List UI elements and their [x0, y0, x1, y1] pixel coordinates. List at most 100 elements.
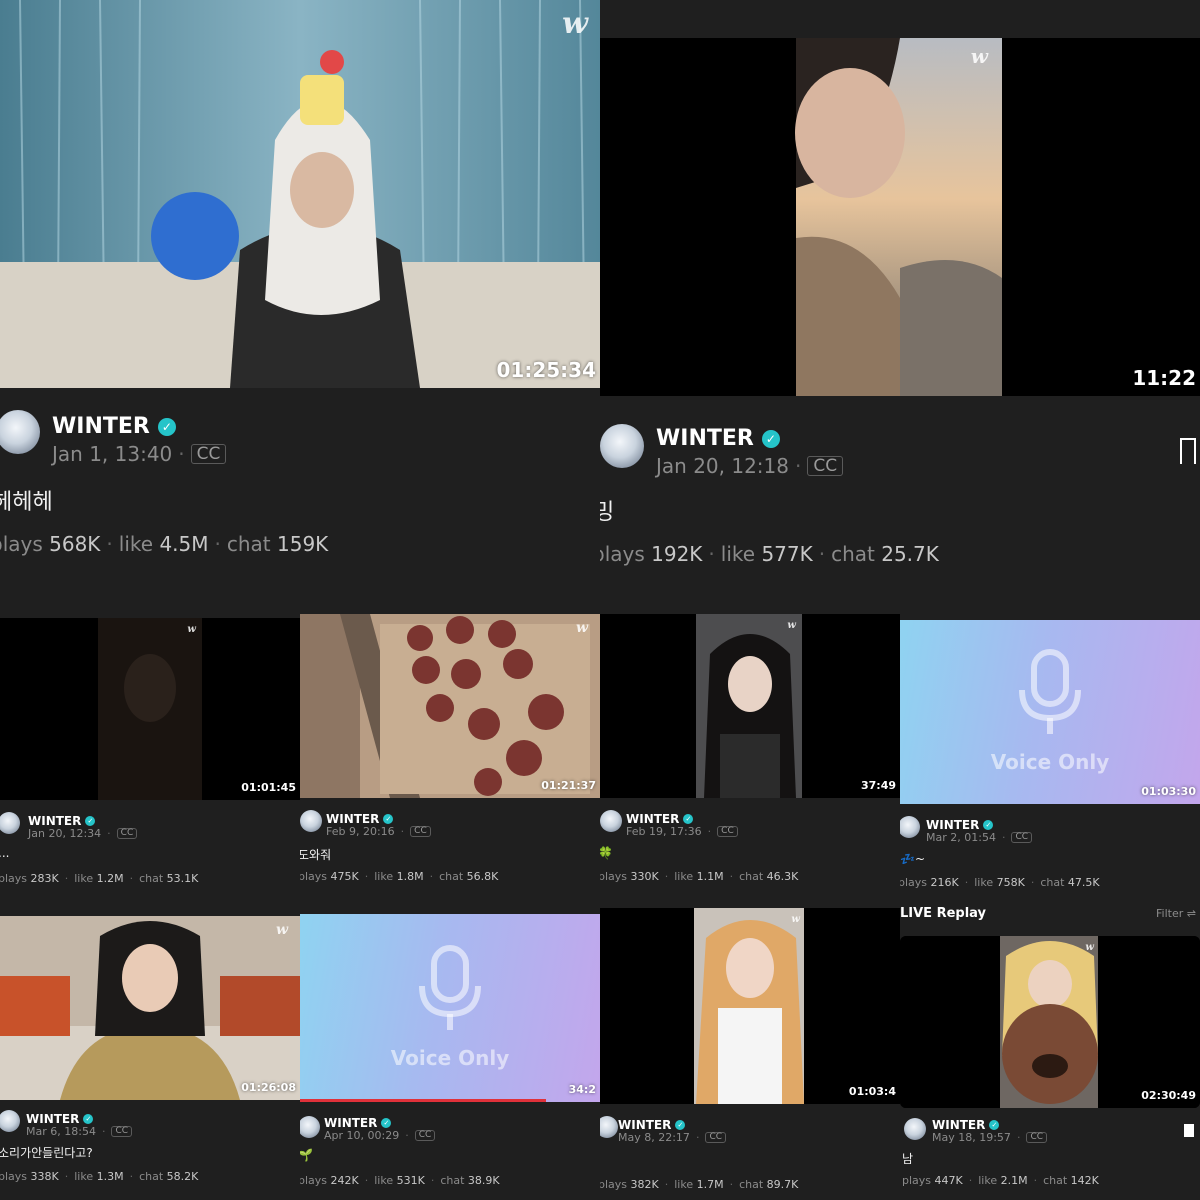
author-row: WINTER ✓	[324, 1116, 392, 1130]
avatar[interactable]	[0, 812, 20, 834]
plays-count: 283K	[30, 872, 59, 885]
author-row: WINTER ✓	[26, 1112, 94, 1126]
author-row: WINTER ✓	[932, 1118, 1000, 1132]
weverse-logo: w	[275, 922, 288, 938]
video-card[interactable]: w 01:26:08 WINTER ✓ Mar 6, 18:54 · CC 소리가…	[0, 900, 300, 1200]
cc-badge: CC	[410, 825, 431, 838]
cc-badge: CC	[190, 443, 227, 465]
chats-count: 142K	[1070, 1174, 1099, 1187]
video-thumbnail[interactable]: w 01:21:37	[300, 614, 600, 798]
post-meta: WINTER ✓ Mar 2, 01:54 · CC 💤~ plays 216K ·…	[900, 804, 1200, 906]
author-name[interactable]: WINTER	[656, 426, 754, 451]
bookmark-icon[interactable]	[1180, 438, 1196, 464]
video-card[interactable]: Voice Only 34:2 WINTER ✓ Apr 10, 00:29 · …	[300, 900, 600, 1200]
weverse-logo: w	[791, 914, 800, 925]
video-thumbnail[interactable]: Voice Only 34:2	[300, 914, 600, 1102]
author-name[interactable]: WINTER	[52, 414, 150, 439]
video-card[interactable]: w 01:21:37 WINTER ✓ Feb 9, 20:16 · CC 도와줘…	[300, 600, 600, 900]
video-duration: 37:49	[860, 779, 896, 792]
video-card[interactable]: w 37:49 WINTER ✓ Feb 19, 17:36 · CC 🍀 pla…	[600, 600, 900, 900]
verified-badge-icon: ✓	[675, 1120, 686, 1130]
avatar[interactable]	[0, 410, 40, 454]
section-title: LIVE Replay	[900, 906, 987, 921]
video-thumbnail[interactable]: w 01:26:08	[0, 916, 300, 1100]
author-name[interactable]: WINTER	[26, 1112, 79, 1126]
chats-count: 47.5K	[1067, 876, 1100, 889]
video-duration: 01:21:37	[541, 779, 596, 792]
verified-badge-icon: ✓	[85, 816, 96, 826]
post-date-row: Mar 6, 18:54 · CC	[26, 1125, 133, 1138]
cc-badge: CC	[116, 827, 138, 840]
chats-count: 38.9K	[467, 1174, 500, 1187]
chats-count: 25.7K	[881, 542, 939, 566]
video-thumbnail[interactable]: w 01:25:34	[0, 0, 600, 388]
avatar[interactable]	[300, 810, 322, 832]
post-date: Apr 10, 00:29	[324, 1129, 400, 1142]
video-duration: 02:30:49	[1141, 1089, 1196, 1102]
author-name[interactable]: WINTER	[932, 1118, 985, 1132]
avatar[interactable]	[904, 1118, 926, 1140]
bookmark-icon[interactable]	[1184, 1124, 1194, 1137]
video-card[interactable]: w 01:01:45 WINTER ✓ Jan 20, 12:34 · CC ..…	[0, 600, 300, 900]
avatar[interactable]	[600, 810, 622, 832]
video-thumbnail[interactable]: w 01:03:4	[600, 908, 900, 1104]
post-caption: 소리가안들린다고?	[0, 1146, 93, 1160]
post-date-row: May 18, 19:57 · CC	[932, 1131, 1048, 1144]
post-stats: plays 283K · like 1.2M · chat 53.1K	[0, 872, 199, 885]
post-caption: 🍀	[600, 846, 613, 860]
weverse-logo: w	[187, 624, 196, 635]
thumbnail-image	[0, 618, 300, 800]
author-name[interactable]: WINTER	[618, 1118, 671, 1132]
author-name[interactable]: WINTER	[28, 814, 81, 828]
likes-count: 4.5M	[159, 532, 209, 556]
video-thumbnail[interactable]: Voice Only 01:03:30	[900, 620, 1200, 804]
post-stats: plays 242K · like 531K · chat 38.9K	[300, 1174, 500, 1187]
cc-badge: CC	[1011, 831, 1033, 844]
avatar[interactable]	[600, 424, 644, 468]
chats-count: 159K	[277, 532, 329, 556]
post-meta: WINTER ✓ Feb 19, 17:36 · CC 🍀 plays 330K ·…	[600, 798, 900, 900]
video-thumbnail[interactable]: w 02:30:49	[900, 936, 1200, 1108]
author-name[interactable]: WINTER	[324, 1116, 377, 1130]
author-name[interactable]: WINTER	[926, 818, 979, 832]
post-date: May 8, 22:17	[618, 1131, 690, 1144]
video-thumbnail[interactable]: w 01:01:45	[0, 618, 300, 800]
video-thumbnail[interactable]: w 37:49	[600, 614, 900, 798]
video-duration: 01:26:08	[241, 1081, 296, 1094]
video-card[interactable]: w 01:03:4 WINTER ✓ May 8, 22:17 · CC play…	[600, 900, 900, 1200]
author-row: WINTER ✓	[326, 812, 394, 826]
voice-only-label: Voice Only	[390, 1046, 510, 1070]
post-date-row: Feb 19, 17:36 · CC	[626, 825, 738, 838]
likes-count: 1.7M	[696, 1178, 724, 1191]
cc-badge: CC	[1026, 1131, 1048, 1144]
likes-count: 2.1M	[1000, 1174, 1028, 1187]
avatar[interactable]	[0, 1110, 20, 1132]
avatar[interactable]	[900, 816, 920, 838]
cc-badge: CC	[111, 1125, 133, 1138]
video-card[interactable]: w 01:25:34 WINTER ✓ Jan 1, 13:40 · CC 헤헤헤…	[0, 0, 600, 600]
author-name[interactable]: WINTER	[326, 812, 379, 826]
thumbnail-image	[0, 0, 600, 388]
plays-count: 192K	[651, 542, 703, 566]
post-stats: plays 568K·like 4.5M·chat 159K	[0, 532, 329, 556]
chats-count: 46.3K	[766, 870, 799, 883]
video-card[interactable]: w 11:22 WINTER ✓ Jan 20, 12:18· CC 밍 pla…	[600, 0, 1200, 600]
video-duration: 34:2	[568, 1083, 596, 1096]
video-card[interactable]: Voice Only 01:03:30 WINTER ✓ Mar 2, 01:5…	[900, 600, 1200, 906]
author-row: WINTER ✓	[626, 812, 694, 826]
video-card[interactable]: w 02:30:49 WINTER ✓ May 18, 19:57 · CC 남 …	[900, 930, 1200, 1200]
filter-button[interactable]: Filter ⇌	[1156, 907, 1196, 920]
avatar[interactable]	[300, 1116, 320, 1138]
author-name[interactable]: WINTER	[626, 812, 679, 826]
chats-count: 89.7K	[766, 1178, 799, 1191]
microphone-icon	[419, 945, 481, 1030]
thumbnail-image	[900, 936, 1200, 1108]
likes-count: 758K	[996, 876, 1025, 889]
thumbnail-image	[300, 614, 600, 798]
plays-count: 330K	[630, 870, 659, 883]
cc-badge: CC	[414, 1129, 436, 1142]
avatar[interactable]	[600, 1116, 618, 1138]
author-row: WINTER ✓	[28, 814, 96, 828]
post-meta: WINTER ✓ Jan 1, 13:40· CC 헤헤헤 plays 568K…	[0, 388, 600, 600]
video-thumbnail[interactable]: w 11:22	[600, 38, 1200, 396]
